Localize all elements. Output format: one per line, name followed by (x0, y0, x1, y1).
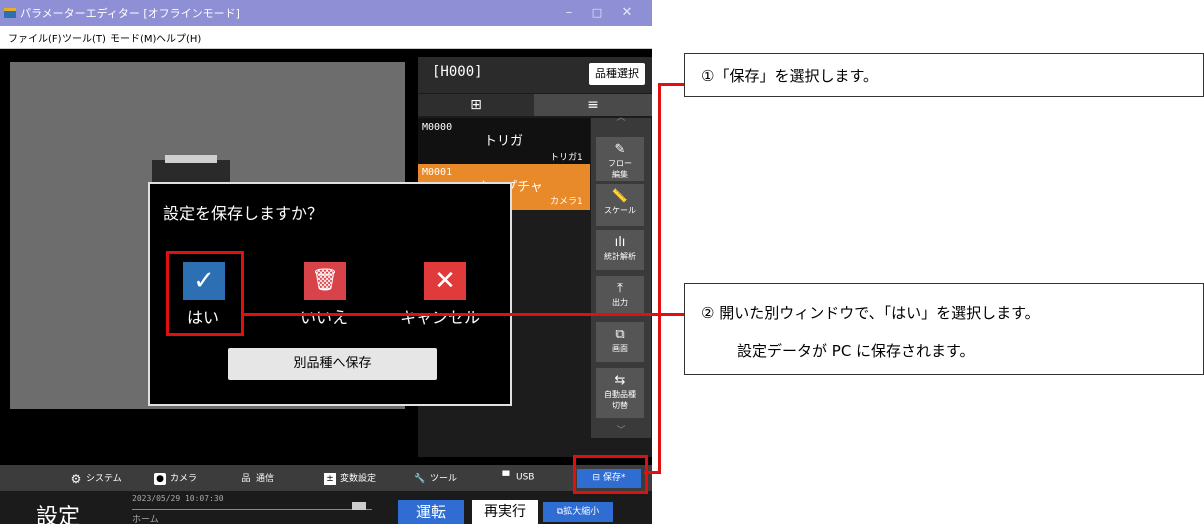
menu-mode[interactable]: モード(M) (110, 30, 156, 45)
window-title: パラメーターエディター [オフラインモード] (20, 7, 240, 20)
mode-label: 設定 (36, 505, 81, 530)
communication-button[interactable]: 品通信 (240, 471, 274, 485)
tool-flow-edit[interactable]: ✎ フロー 編集 (596, 137, 644, 181)
scroll-up-icon[interactable]: ︿ (606, 110, 636, 123)
menu-help[interactable]: ヘルプ(H) (156, 30, 201, 45)
tool-auto-switch[interactable]: ⇆ 自動品種 切替 (596, 368, 644, 418)
tool-label: ツール (430, 474, 458, 484)
maximize-button[interactable]: □ (584, 4, 610, 22)
cancel-x-icon: ✕ (424, 262, 466, 300)
callout-step1-text: ①「保存」を選択します。 (701, 67, 878, 85)
minimize-button[interactable]: – (556, 4, 582, 22)
screen-icon: ⧉ (615, 327, 625, 342)
camera-icon: ● (154, 472, 166, 485)
trash-icon: 🗑 (304, 262, 346, 300)
camera-label: カメラ (170, 474, 198, 484)
zoom-label: 拡大縮小 (563, 507, 600, 517)
tool-label: 自動品種 (604, 390, 636, 399)
variable-button[interactable]: ± 変数設定 (324, 471, 376, 485)
variable-label: 変数設定 (340, 474, 377, 484)
export-icon: ⤒ (617, 281, 623, 296)
tool-button[interactable]: 🔧 ツール (414, 471, 457, 485)
divider (132, 509, 372, 510)
tool-label: 統計解析 (604, 252, 636, 261)
tool-screen[interactable]: ⧉ 画面 (596, 322, 644, 362)
tool-scale[interactable]: 📏 スケール (596, 184, 644, 226)
system-label: システム (86, 474, 122, 484)
location-label: ホーム (132, 515, 159, 525)
tool-label: 画面 (612, 344, 628, 353)
callout-step2-text: 設定データが PC に保存されます。 (737, 342, 975, 360)
callout-step1: ①「保存」を選択します。 (684, 53, 1204, 97)
app-icon (4, 8, 16, 18)
battery-icon (352, 502, 366, 510)
camera-button[interactable]: ● カメラ (154, 471, 197, 485)
scroll-down-icon[interactable]: ﹀ (606, 423, 636, 436)
tool-label: スケール (604, 206, 636, 215)
wrench-icon: 🔧 (414, 473, 426, 484)
gear-icon: ⚙ (70, 471, 82, 486)
dialog-question: 設定を保存しますか？ (163, 204, 324, 223)
product-select-button[interactable]: 品種選択 (589, 63, 645, 85)
tool-label: 切替 (612, 401, 628, 410)
cancel-button[interactable]: ✕ キャンセル (400, 262, 480, 327)
connector-line-1-top (658, 83, 684, 86)
usb-button[interactable]: ▀ USB (500, 471, 535, 483)
menu-tool[interactable]: ツール(T) (62, 30, 106, 45)
tool-output[interactable]: ⤒ 出力 (596, 276, 644, 316)
tool-statistics[interactable]: ılı 統計解析 (596, 230, 644, 270)
grid-icon: ⊞ (470, 97, 482, 113)
flow-item-trigger[interactable]: M0000 トリガ トリガ1 (418, 118, 590, 164)
no-button[interactable]: 🗑 いいえ (300, 262, 348, 327)
communication-label: 通信 (256, 474, 275, 484)
highlight-yes (166, 251, 244, 336)
close-button[interactable]: ✕ (614, 4, 640, 22)
bar-chart-icon: ılı (614, 235, 626, 250)
grid-view-tab[interactable]: ⊞ (418, 94, 534, 116)
variable-icon: ± (324, 472, 336, 485)
cancel-label: キャンセル (400, 308, 481, 327)
pencil-icon: ✎ (614, 142, 626, 157)
save-as-other-product-button[interactable]: 別品種へ保存 (228, 348, 437, 380)
tool-label: フロー (608, 159, 632, 168)
connector-line-1-vertical (658, 83, 661, 473)
flow-sub: カメラ1 (550, 197, 583, 207)
camera-object-top (165, 155, 217, 163)
ruler-icon: 📏 (611, 189, 629, 204)
product-number: [H000] (432, 64, 483, 80)
flow-id: M0000 (422, 122, 453, 133)
flow-id: M0001 (422, 167, 453, 178)
callout-step2-text: ② 開いた別ウィンドウで、「はい」を選択します。 (701, 304, 1040, 322)
list-icon: ≡ (587, 97, 599, 113)
rerun-button[interactable]: 再実行 (472, 500, 538, 524)
usb-label: USB (516, 472, 535, 483)
highlight-save (573, 455, 648, 494)
auto-switch-icon: ⇆ (614, 373, 626, 388)
callout-step2: ② 開いた別ウィンドウで、「はい」を選択します。 設定データが PC に保存され… (684, 283, 1204, 375)
title-bar: パラメーターエディター [オフラインモード] – □ ✕ (0, 0, 652, 26)
connector-line-2 (244, 313, 684, 316)
flow-name: トリガ (484, 134, 524, 149)
no-label: いいえ (300, 308, 349, 327)
system-button[interactable]: ⚙ システム (70, 471, 122, 485)
datetime: 2023/05/29 10:07:30 (132, 494, 224, 503)
tool-label: 編集 (612, 170, 628, 179)
run-button[interactable]: 運転 (398, 500, 464, 524)
flow-sub: トリガ1 (550, 153, 583, 163)
network-icon: 品 (241, 473, 251, 484)
tool-label: 出力 (612, 298, 628, 307)
menu-bar: ファイル(F) ツール(T) モード(M) ヘルプ(H) (0, 26, 652, 49)
menu-file[interactable]: ファイル(F) (8, 30, 62, 45)
zoom-button[interactable]: ⧉拡大縮小 (543, 502, 613, 522)
connector-line-1-bottom (644, 471, 661, 474)
usb-icon: ▀ (502, 472, 510, 482)
